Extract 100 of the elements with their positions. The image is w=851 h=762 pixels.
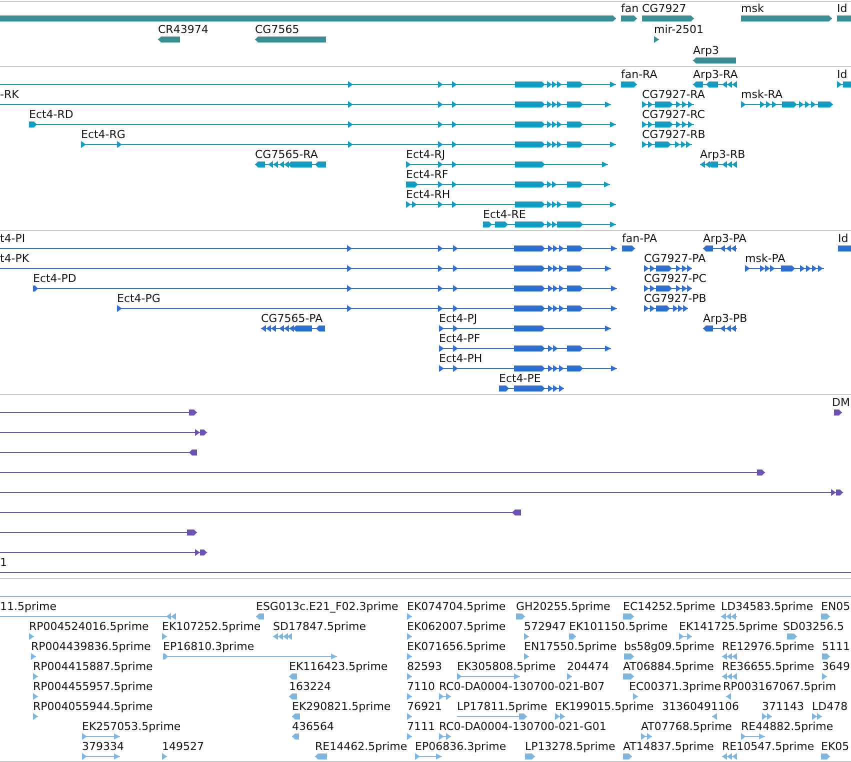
- protein-label: Ect4-PE: [499, 373, 541, 385]
- transcript-label: Ect4-RD: [29, 109, 74, 121]
- est-label: EP06836.3prime: [415, 741, 506, 753]
- transcript-label: fan-RA: [621, 69, 658, 81]
- est-label: SD17847.5prime: [273, 621, 366, 633]
- est-label: 7111: [407, 721, 435, 733]
- est-label: 11.5prime: [0, 601, 57, 613]
- est-label: RE14462.5prime: [315, 741, 408, 753]
- est-label: 76921: [407, 701, 442, 713]
- est-label: 204474: [567, 661, 609, 673]
- est-label: RP004455957.5prime: [33, 681, 153, 693]
- transcript-label: Arp3-RB: [700, 149, 746, 161]
- protein-label: t4-PI: [0, 233, 26, 245]
- est-label: 572947: [524, 621, 566, 633]
- est-label: bs58g09.5prime: [624, 641, 714, 653]
- est-label: 163224: [289, 681, 331, 693]
- est-label: LD478: [812, 701, 848, 713]
- est-label: RP003167067.5prim: [723, 681, 836, 693]
- est-label: EK05: [821, 741, 850, 753]
- alignment-label: DM: [832, 397, 850, 409]
- est-label: EP16810.3prime: [163, 641, 254, 653]
- est-label: 7110: [407, 681, 435, 693]
- transcript-label: Id: [837, 69, 848, 81]
- protein-label: Ect4-PG: [117, 293, 160, 305]
- est-label: LD34583.5prime: [721, 601, 814, 613]
- est-label: GH20255.5prime: [516, 601, 610, 613]
- protein-label: fan-PA: [622, 233, 658, 245]
- est-label: AT14837.5prime: [623, 741, 714, 753]
- est-label: 436564: [292, 721, 334, 733]
- est-label: EK199015.5prime: [555, 701, 654, 713]
- est-label: RE12976.5prime: [722, 641, 814, 653]
- est-label: 379334: [82, 741, 124, 753]
- transcript-label: Ect4-RF: [406, 169, 448, 181]
- transcript-label: Ect4-RE: [483, 209, 526, 221]
- est-label: AT06884.5prime: [623, 661, 714, 673]
- est-label: 149527: [162, 741, 204, 753]
- protein-label: CG7927-PC: [644, 273, 706, 285]
- est-label: EK290821.5prime: [292, 701, 391, 713]
- transcript-label: Ect4-RH: [406, 189, 450, 201]
- gene-label: fan: [621, 3, 639, 15]
- protein-label: CG7565-PA: [261, 313, 323, 325]
- est-label: 82593: [407, 661, 442, 673]
- protein-label: Ect4-PD: [33, 273, 76, 285]
- protein-label: CG7927-PA: [644, 253, 706, 265]
- protein-label: Ect4-PJ: [439, 313, 478, 325]
- protein-label: Arp3-PA: [703, 233, 746, 245]
- gene-label: CG7927: [642, 3, 686, 15]
- est-label: RE44882.5prime: [741, 721, 834, 733]
- est-label: RP004439836.5prime: [31, 641, 151, 653]
- est-label: EK116423.5prime: [289, 661, 388, 673]
- protein-label: msk-PA: [745, 253, 786, 265]
- transcript-label: CG7927-RA: [642, 89, 705, 101]
- est-label: RP004415887.5prime: [33, 661, 153, 673]
- protein-label: Id: [838, 233, 848, 245]
- transcript-label: Arp3-RA: [693, 69, 738, 81]
- est-label: ESG013c.E21_F02.3prime: [256, 601, 398, 613]
- est-label: 31360491106: [662, 701, 739, 713]
- gene-label: CG7565: [255, 24, 300, 36]
- transcript-label: CG7565-RA: [255, 149, 318, 161]
- gene-label: mir-2501: [654, 24, 704, 36]
- est-label: 5111: [822, 641, 850, 653]
- est-label: RC0-DA0004-130700-021-G01: [439, 721, 606, 733]
- gene-label: CR43974: [158, 24, 208, 36]
- gene-label: Id: [837, 3, 848, 15]
- est-label: EK074704.5prime: [407, 601, 506, 613]
- protein-label: Ect4-PH: [439, 353, 482, 365]
- transcript-label: -RK: [0, 89, 19, 101]
- est-label: EK062007.5prime: [407, 621, 506, 633]
- transcript-label: msk-RA: [741, 89, 783, 101]
- gene-label: Arp3: [693, 45, 720, 57]
- est-label: 371143: [762, 701, 804, 713]
- gene-label: msk: [741, 3, 764, 15]
- est-label: EK107252.5prime: [162, 621, 261, 633]
- est-label: EK101150.5prime: [569, 621, 668, 633]
- est-label: 3649: [822, 661, 850, 673]
- est-label: EK071656.5prime: [407, 641, 506, 653]
- est-label: RE36655.5prime: [722, 661, 814, 673]
- est-label: RC0-DA0004-130700-021-B07: [439, 681, 605, 693]
- est-label: RE10547.5prime: [722, 741, 814, 753]
- est-label: EC14252.5prime: [623, 601, 716, 613]
- protein-label: Ect4-PF: [439, 333, 480, 345]
- est-label: EC00371.3prime: [629, 681, 722, 693]
- transcript-label: Ect4-RJ: [406, 149, 446, 161]
- protein-label: CG7927-PB: [644, 293, 706, 305]
- est-label: EN05: [821, 601, 850, 613]
- transcript-label: Ect4-RG: [81, 129, 126, 141]
- transcript-label: CG7927-RC: [642, 109, 705, 121]
- est-label: EK257053.5prime: [82, 721, 181, 733]
- est-label: LP17811.5prime: [457, 701, 548, 713]
- protein-label: Arp3-PB: [703, 313, 748, 325]
- est-label: RP004055944.5prime: [33, 701, 153, 713]
- est-label: SD03256.5: [783, 621, 844, 633]
- est-label: RP004524016.5prime: [29, 621, 149, 633]
- transcript-label: CG7927-RB: [642, 129, 706, 141]
- est-label: EN17550.5prime: [524, 641, 617, 653]
- est-label: EK141725.5prime: [679, 621, 778, 633]
- est-label: EK305808.5prime: [457, 661, 556, 673]
- est-label: LP13278.5prime: [525, 741, 616, 753]
- est-label: AT07768.5prime: [641, 721, 732, 733]
- alignment-label: 1: [0, 557, 7, 569]
